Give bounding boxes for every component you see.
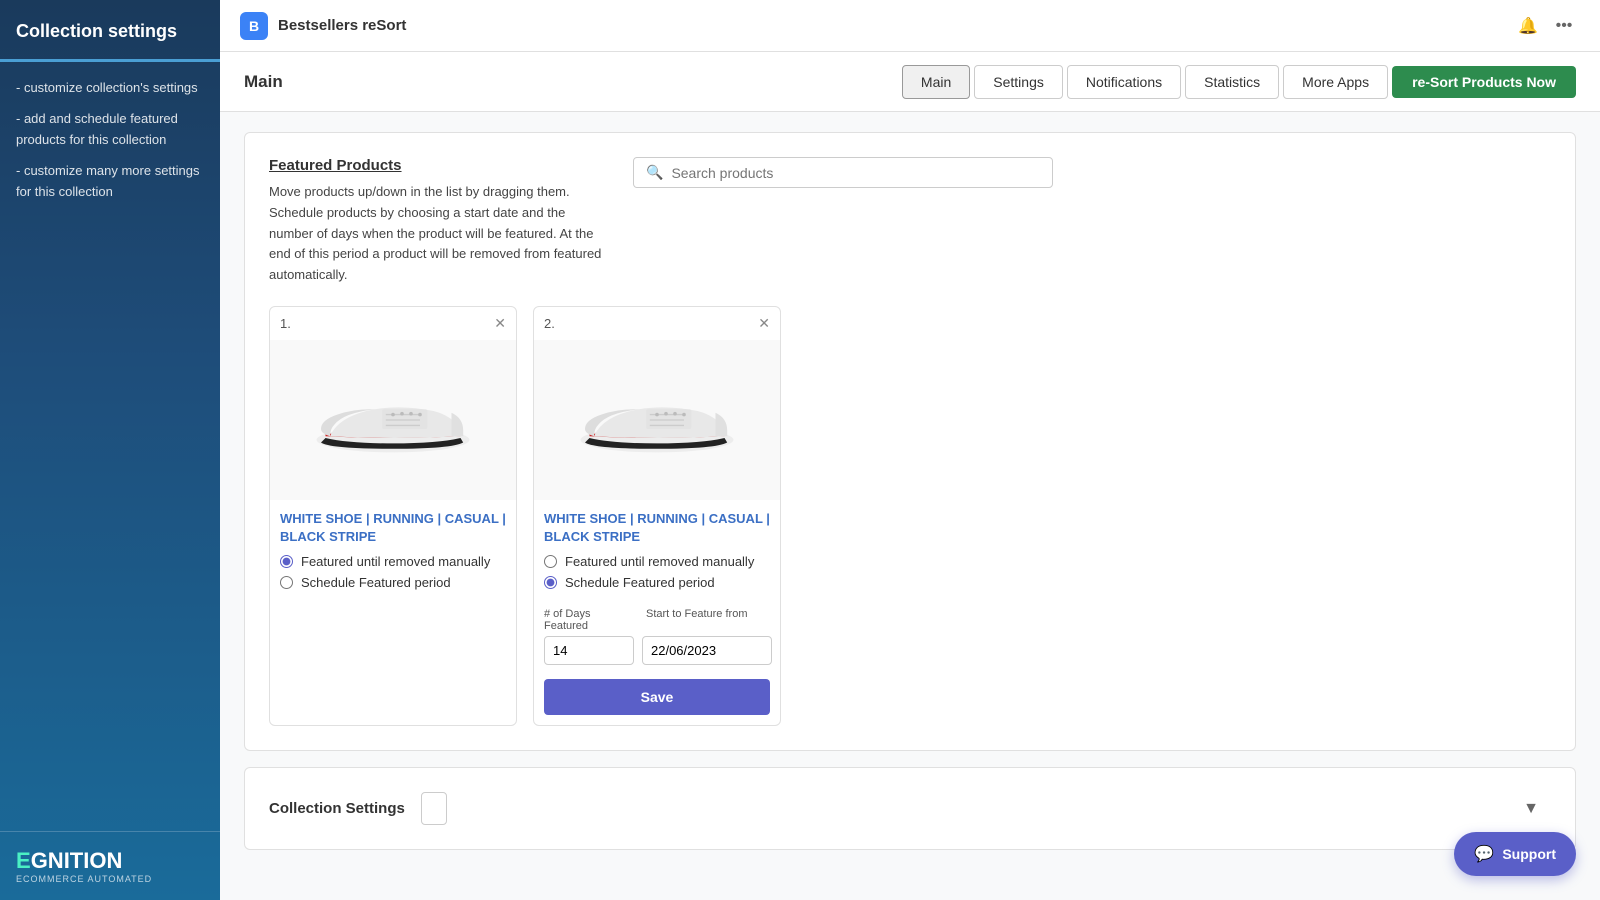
sidebar-item-3: - customize many more settings for this …: [16, 161, 204, 203]
schedule-fields-inputs: [544, 636, 770, 665]
more-button[interactable]: •••: [1548, 10, 1580, 42]
tab-main[interactable]: Main: [902, 65, 970, 99]
product-1-radio-1-input[interactable]: [280, 555, 293, 568]
date-label: Start to Feature from: [646, 608, 747, 632]
logo-e: E: [16, 848, 31, 873]
tab-notifications[interactable]: Notifications: [1067, 65, 1181, 99]
product-card-2-header: 2. ✕: [534, 307, 780, 340]
featured-title: Featured Products: [269, 157, 609, 174]
products-grid: 1. ✕: [269, 306, 1551, 726]
collection-settings-card: Collection Settings ▼: [244, 767, 1576, 850]
sidebar-title: Collection settings: [0, 0, 220, 59]
product-1-radio-2-input[interactable]: [280, 576, 293, 589]
featured-description-block: Featured Products Move products up/down …: [269, 157, 609, 286]
product-2-radio-1-input[interactable]: [544, 555, 557, 568]
content-area: Featured Products Move products up/down …: [220, 112, 1600, 900]
search-input[interactable]: [671, 165, 1040, 181]
product-card-1-header: 1. ✕: [270, 307, 516, 340]
sidebar-divider: [0, 59, 220, 62]
shoe-2-svg: [567, 370, 747, 470]
product-2-radio-1[interactable]: Featured until removed manually: [544, 554, 770, 569]
sidebar: Collection settings - customize collecti…: [0, 0, 220, 900]
search-box[interactable]: 🔍: [633, 157, 1053, 188]
product-1-close-button[interactable]: ✕: [494, 315, 506, 332]
product-1-radio-1[interactable]: Featured until removed manually: [280, 554, 506, 569]
days-input[interactable]: [544, 636, 634, 665]
tab-more-apps[interactable]: More Apps: [1283, 65, 1388, 99]
select-wrapper: ▼: [421, 792, 1551, 825]
product-card-1: 1. ✕: [269, 306, 517, 726]
product-1-image: [270, 340, 516, 500]
bell-button[interactable]: 🔔: [1512, 10, 1544, 42]
date-input[interactable]: [642, 636, 772, 665]
save-button[interactable]: Save: [544, 679, 770, 715]
schedule-fields-labels: # of Days Featured Start to Feature from: [544, 608, 770, 632]
support-icon: 💬: [1474, 844, 1494, 864]
product-2-schedule-fields: # of Days Featured Start to Feature from: [534, 604, 780, 675]
product-1-radio-group: Featured until removed manually Schedule…: [270, 554, 516, 604]
shoe-1-svg: [303, 370, 483, 470]
tab-statistics[interactable]: Statistics: [1185, 65, 1279, 99]
topbar: B Bestsellers reSort 🔔 •••: [220, 0, 1600, 52]
collection-settings-row: Collection Settings ▼: [269, 792, 1551, 825]
featured-products-card: Featured Products Move products up/down …: [244, 132, 1576, 751]
logo-text: EGNITION: [16, 848, 204, 874]
collection-select[interactable]: [421, 792, 447, 825]
featured-description: Move products up/down in the list by dra…: [269, 182, 609, 286]
page-title: Main: [244, 72, 283, 92]
product-1-name: WHITE SHOE | RUNNING | CASUAL | BLACK ST…: [270, 500, 516, 554]
support-label: Support: [1502, 846, 1556, 862]
product-2-close-button[interactable]: ✕: [758, 315, 770, 332]
featured-header: Featured Products Move products up/down …: [269, 157, 1551, 286]
product-2-radio-2[interactable]: Schedule Featured period: [544, 575, 770, 590]
navbar: Main Main Settings Notifications Statist…: [220, 52, 1600, 112]
product-2-radio-2-input[interactable]: [544, 576, 557, 589]
topbar-actions: 🔔 •••: [1512, 10, 1580, 42]
sidebar-footer: EGNITION ECOMMERCE AUTOMATED: [0, 831, 220, 900]
product-2-image: [534, 340, 780, 500]
logo-sub: ECOMMERCE AUTOMATED: [16, 874, 204, 884]
product-2-number: 2.: [544, 316, 555, 331]
main-area: B Bestsellers reSort 🔔 ••• Main Main Set…: [220, 0, 1600, 900]
tab-settings[interactable]: Settings: [974, 65, 1063, 99]
collection-settings-label: Collection Settings: [269, 800, 405, 817]
product-2-name: WHITE SHOE | RUNNING | CASUAL | BLACK ST…: [534, 500, 780, 554]
select-arrow-icon: ▼: [1523, 800, 1539, 818]
resort-products-button[interactable]: re-Sort Products Now: [1392, 66, 1576, 98]
days-label: # of Days Featured: [544, 608, 634, 632]
search-icon: 🔍: [646, 164, 663, 181]
app-title: Bestsellers reSort: [278, 17, 1512, 34]
sidebar-item-1: - customize collection's settings: [16, 78, 204, 99]
product-1-radio-2[interactable]: Schedule Featured period: [280, 575, 506, 590]
support-button[interactable]: 💬 Support: [1454, 832, 1576, 876]
app-icon: B: [240, 12, 268, 40]
product-2-radio-group: Featured until removed manually Schedule…: [534, 554, 780, 604]
sidebar-item-2: - add and schedule featured products for…: [16, 109, 204, 151]
product-1-number: 1.: [280, 316, 291, 331]
sidebar-content: - customize collection's settings - add …: [0, 78, 220, 831]
product-card-2: 2. ✕: [533, 306, 781, 726]
